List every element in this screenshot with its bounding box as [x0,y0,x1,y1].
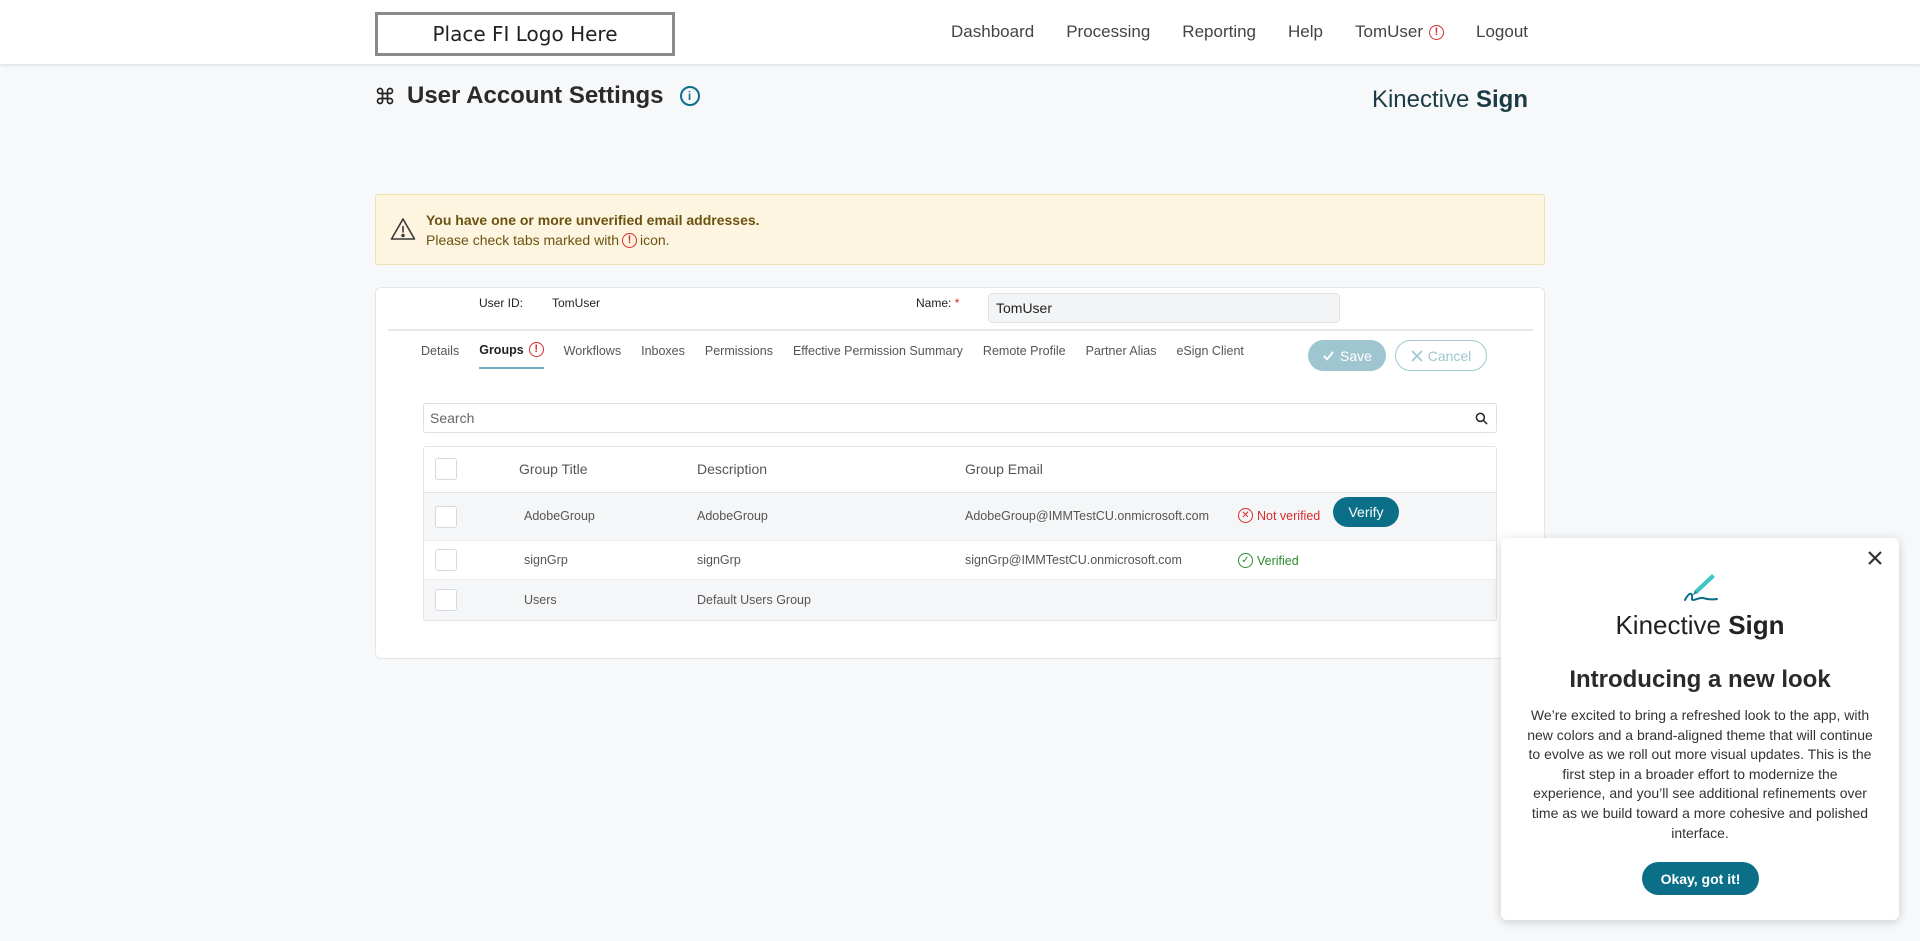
kinective-sign-logo-icon [1684,574,1718,601]
page-header: User Account Settings i [375,82,700,110]
tab-groups-label: Groups [479,342,524,357]
tab-groups[interactable]: Groups ! [479,342,544,369]
row-checkbox[interactable] [435,549,457,571]
status-text: Verified [1257,553,1299,568]
nav-reporting[interactable]: Reporting [1182,22,1256,42]
description-cell: signGrp [697,553,741,567]
popup-brand-bold: Sign [1728,610,1785,640]
status-badge: ✓ Verified [1238,553,1299,568]
page-title: User Account Settings [407,82,664,109]
name-label-text: Name: [916,296,952,310]
cancel-label: Cancel [1427,347,1472,364]
warning-subtext: Please check tabs marked with ! icon. [426,232,670,248]
tab-remote-profile[interactable]: Remote Profile [983,342,1066,369]
table-row: Users Default Users Group [424,580,1496,620]
divider [388,329,1533,331]
name-input[interactable] [988,293,1340,323]
tab-inboxes[interactable]: Inboxes [641,342,685,369]
row-checkbox[interactable] [435,506,457,528]
group-title-cell: signGrp [524,553,568,567]
tab-permissions[interactable]: Permissions [705,342,773,369]
check-icon [1323,351,1334,361]
column-header-description[interactable]: Description [697,461,767,477]
groups-table: Group Title Description Group Email Adob… [423,446,1497,621]
table-row: signGrp signGrp signGrp@IMMTestCU.onmicr… [424,541,1496,580]
group-title-cell: AdobeGroup [524,509,595,523]
warning-title: You have one or more unverified email ad… [426,212,760,228]
tab-partner-alias[interactable]: Partner Alias [1086,342,1157,369]
nav-user-menu[interactable]: TomUser ! [1355,22,1444,42]
tab-details[interactable]: Details [421,342,459,369]
command-icon [376,87,394,105]
tab-esign-client[interactable]: eSign Client [1176,342,1243,369]
popup-brand-light: Kinective [1615,610,1721,640]
okay-got-it-button[interactable]: Okay, got it! [1642,862,1759,895]
warning-sub-before: Please check tabs marked with [426,232,619,248]
verify-button[interactable]: Verify [1333,497,1399,527]
x-circle-icon: ✕ [1238,508,1253,523]
tab-workflows[interactable]: Workflows [564,342,621,369]
alert-icon: ! [528,342,544,357]
unverified-email-warning: You have one or more unverified email ad… [375,194,1545,265]
user-id-value: TomUser [552,296,601,310]
close-icon [1411,349,1423,362]
kinective-sign-brand: Kinective Sign [1372,86,1528,114]
group-email-cell: AdobeGroup@IMMTestCU.onmicrosoft.com [965,509,1210,523]
required-marker: * [954,296,960,310]
table-row: AdobeGroup AdobeGroup AdobeGroup@IMMTest… [424,493,1496,541]
brand-bold: Sign [1476,86,1528,113]
popup-body: We’re excited to bring a refreshed look … [1527,707,1873,841]
table-header: Group Title Description Group Email [424,447,1496,493]
save-label: Save [1340,347,1372,364]
name-label: Name: * [916,296,959,310]
user-settings-card: User ID: TomUser Name: * Details Groups … [375,287,1545,659]
row-checkbox[interactable] [435,589,457,611]
popup-title: Introducing a new look [1569,666,1831,693]
nav-dashboard[interactable]: Dashboard [951,22,1034,42]
user-id-label: User ID: [479,296,524,310]
description-cell: AdobeGroup [697,509,768,523]
nav-help[interactable]: Help [1288,22,1323,42]
alert-icon: ! [1429,24,1444,40]
search-icon[interactable] [1475,412,1488,425]
column-header-group-email[interactable]: Group Email [965,461,1043,477]
alert-icon: ! [621,232,637,248]
cancel-button[interactable]: Cancel [1395,340,1487,371]
save-button[interactable]: Save [1308,340,1386,371]
nav-links: Dashboard Processing Reporting Help TomU… [951,0,1528,64]
popup-brand: Kinective Sign [1501,610,1899,641]
fi-logo-placeholder: Place FI Logo Here [375,12,675,56]
close-icon[interactable] [1865,548,1885,568]
group-title-cell: Users [524,593,557,607]
status-text: Not verified [1257,508,1321,523]
nav-processing[interactable]: Processing [1066,22,1150,42]
tab-effective-permission-summary[interactable]: Effective Permission Summary [793,342,963,369]
warning-triangle-icon [390,218,416,240]
description-cell: Default Users Group [697,593,811,607]
group-email-cell: signGrp@IMMTestCU.onmicrosoft.com [965,553,1182,567]
top-navbar: Place FI Logo Here Dashboard Processing … [0,0,1920,64]
info-icon[interactable]: i [679,86,700,106]
column-header-group-title[interactable]: Group Title [519,461,587,477]
nav-logout[interactable]: Logout [1476,22,1528,42]
brand-light: Kinective [1371,86,1470,113]
nav-user-label: TomUser [1354,22,1423,41]
new-look-popup: Kinective Sign Introducing a new look We… [1501,538,1899,920]
status-badge: ✕ Not verified [1238,508,1320,523]
warning-sub-after: icon. [639,232,670,248]
select-all-checkbox[interactable] [435,458,457,480]
check-circle-icon: ✓ [1238,553,1253,568]
search-box [423,403,1497,433]
search-input[interactable] [424,404,1464,432]
settings-tabs: Details Groups ! Workflows Inboxes Permi… [421,342,1244,369]
